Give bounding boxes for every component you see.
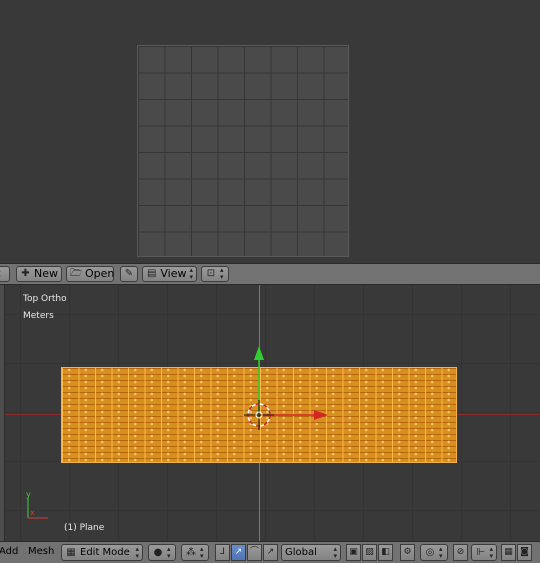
gear-icon: ⚙ xyxy=(403,547,412,557)
gizmo-x-label: x xyxy=(30,508,35,517)
pin-icon: ✎ xyxy=(124,268,134,279)
vertex-mode-icon: ▣ xyxy=(349,547,358,557)
edit-mode-icon: ▦ xyxy=(66,546,76,558)
y-manipulator-arrow[interactable] xyxy=(254,346,264,360)
uv-grid-canvas[interactable] xyxy=(137,45,349,257)
view-name: Top Ortho xyxy=(23,294,67,304)
dropdown-arrows-icon: ▴ ▾ xyxy=(220,266,224,281)
camera-icon: ◙ xyxy=(520,547,529,557)
magnet-icon: ⊘ xyxy=(456,547,465,557)
axis-gizmo: y x xyxy=(26,490,48,519)
dropdown-arrows-icon: ▴ ▾ xyxy=(200,544,204,560)
viewport-edge xyxy=(0,285,5,541)
plus-icon: ✚ xyxy=(21,268,30,279)
view-label: View xyxy=(160,267,187,280)
3d-view-header: Add Mesh ▦ Edit Mode ▴ ▾ ● ▴ ▾ ⁂ ▴ ▾ ⅃ ↗ ⌒ … xyxy=(0,541,540,563)
viewport-shading-select[interactable]: ● ▴ ▾ xyxy=(148,544,176,561)
pivot-point-select[interactable]: ⁂ ▴ ▾ xyxy=(181,544,209,561)
pivot-icon: ⊡ xyxy=(206,268,216,279)
dropdown-arrows-icon: ▴ ▾ xyxy=(439,544,443,560)
pivot-point-icon: ⁂ xyxy=(186,546,196,558)
image-editor-header: ▴▾ ✚ New 🗁 Open ✎ ▤ View ▴▾ ⊡ ▴▾ xyxy=(0,263,540,285)
units-label: Meters xyxy=(23,311,54,321)
pin-button[interactable]: ✎ xyxy=(120,266,138,282)
transform-manipulator[interactable] xyxy=(238,340,333,440)
face-select-mode-button[interactable]: ◧ xyxy=(378,544,393,561)
proportional-edit-icon: ◎ xyxy=(425,546,435,558)
translate-manipulator-button[interactable]: ↗ xyxy=(231,544,246,561)
dropdown-arrows-icon: ▴ ▾ xyxy=(167,544,171,560)
edge-select-mode-button[interactable]: ▨ xyxy=(362,544,377,561)
face-mode-icon: ◧ xyxy=(381,547,390,557)
pivot-select[interactable]: ⊡ ▴ ▾ xyxy=(201,266,229,282)
translate-arrow-icon: ↗ xyxy=(234,547,243,557)
image-editor-icon: ▤ xyxy=(146,268,157,279)
open-label: Open xyxy=(85,267,115,280)
editor-type-button[interactable]: ▴▾ xyxy=(0,266,10,282)
new-image-button[interactable]: ✚ New xyxy=(16,266,62,282)
spinner-arrows-icon: ▴▾ xyxy=(0,267,1,281)
active-object-label: (1) Plane xyxy=(64,523,105,533)
manipulator-toggle[interactable]: ⅃ xyxy=(215,544,230,561)
solid-shading-icon: ● xyxy=(153,546,163,558)
dropdown-arrows-icon: ▴ ▾ xyxy=(135,544,139,560)
opengl-render-button[interactable]: ◙ xyxy=(517,544,532,561)
dropdown-arrows-icon: ▴ ▾ xyxy=(333,544,337,560)
render-icon: ▦ xyxy=(504,547,513,557)
folder-icon: 🗁 xyxy=(70,268,83,279)
transform-orientation-select[interactable]: Global ▴ ▾ xyxy=(281,544,341,561)
scale-manipulator-button[interactable]: ↗ xyxy=(263,544,278,561)
mode-select[interactable]: ▦ Edit Mode ▴ ▾ xyxy=(61,544,143,561)
render-preview-button[interactable]: ▦ xyxy=(501,544,516,561)
scale-icon: ↗ xyxy=(266,547,275,557)
rotate-manipulator-button[interactable]: ⌒ xyxy=(247,544,262,561)
orientation-label: Global xyxy=(285,547,317,558)
manipulator-icon: ⅃ xyxy=(219,547,225,557)
new-label: New xyxy=(34,267,58,280)
snap-increment-icon: ⊩ xyxy=(476,546,486,558)
dropdown-arrows-icon: ▴ ▾ xyxy=(489,544,493,560)
mesh-menu[interactable]: Mesh xyxy=(28,546,54,557)
snap-element-select[interactable]: ⊩ ▴ ▾ xyxy=(471,544,497,561)
dropdown-arrows-icon: ▴ ▾ xyxy=(189,266,193,281)
add-menu[interactable]: Add xyxy=(0,546,18,557)
open-image-button[interactable]: 🗁 Open xyxy=(66,266,114,282)
mode-label: Edit Mode xyxy=(80,547,130,558)
edge-mode-icon: ▨ xyxy=(365,547,374,557)
gizmo-y-label: y xyxy=(26,490,31,499)
x-manipulator-arrow[interactable] xyxy=(314,410,328,420)
vertex-select-mode-button[interactable]: ▣ xyxy=(346,544,361,561)
limit-selection-button[interactable]: ⚙ xyxy=(400,544,415,561)
snap-toggle[interactable]: ⊘ xyxy=(453,544,468,561)
rotate-arc-icon: ⌒ xyxy=(249,547,259,557)
view-menu[interactable]: ▤ View ▴ ▾ xyxy=(142,266,197,282)
proportional-edit-select[interactable]: ◎ ▴ ▾ xyxy=(420,544,448,561)
